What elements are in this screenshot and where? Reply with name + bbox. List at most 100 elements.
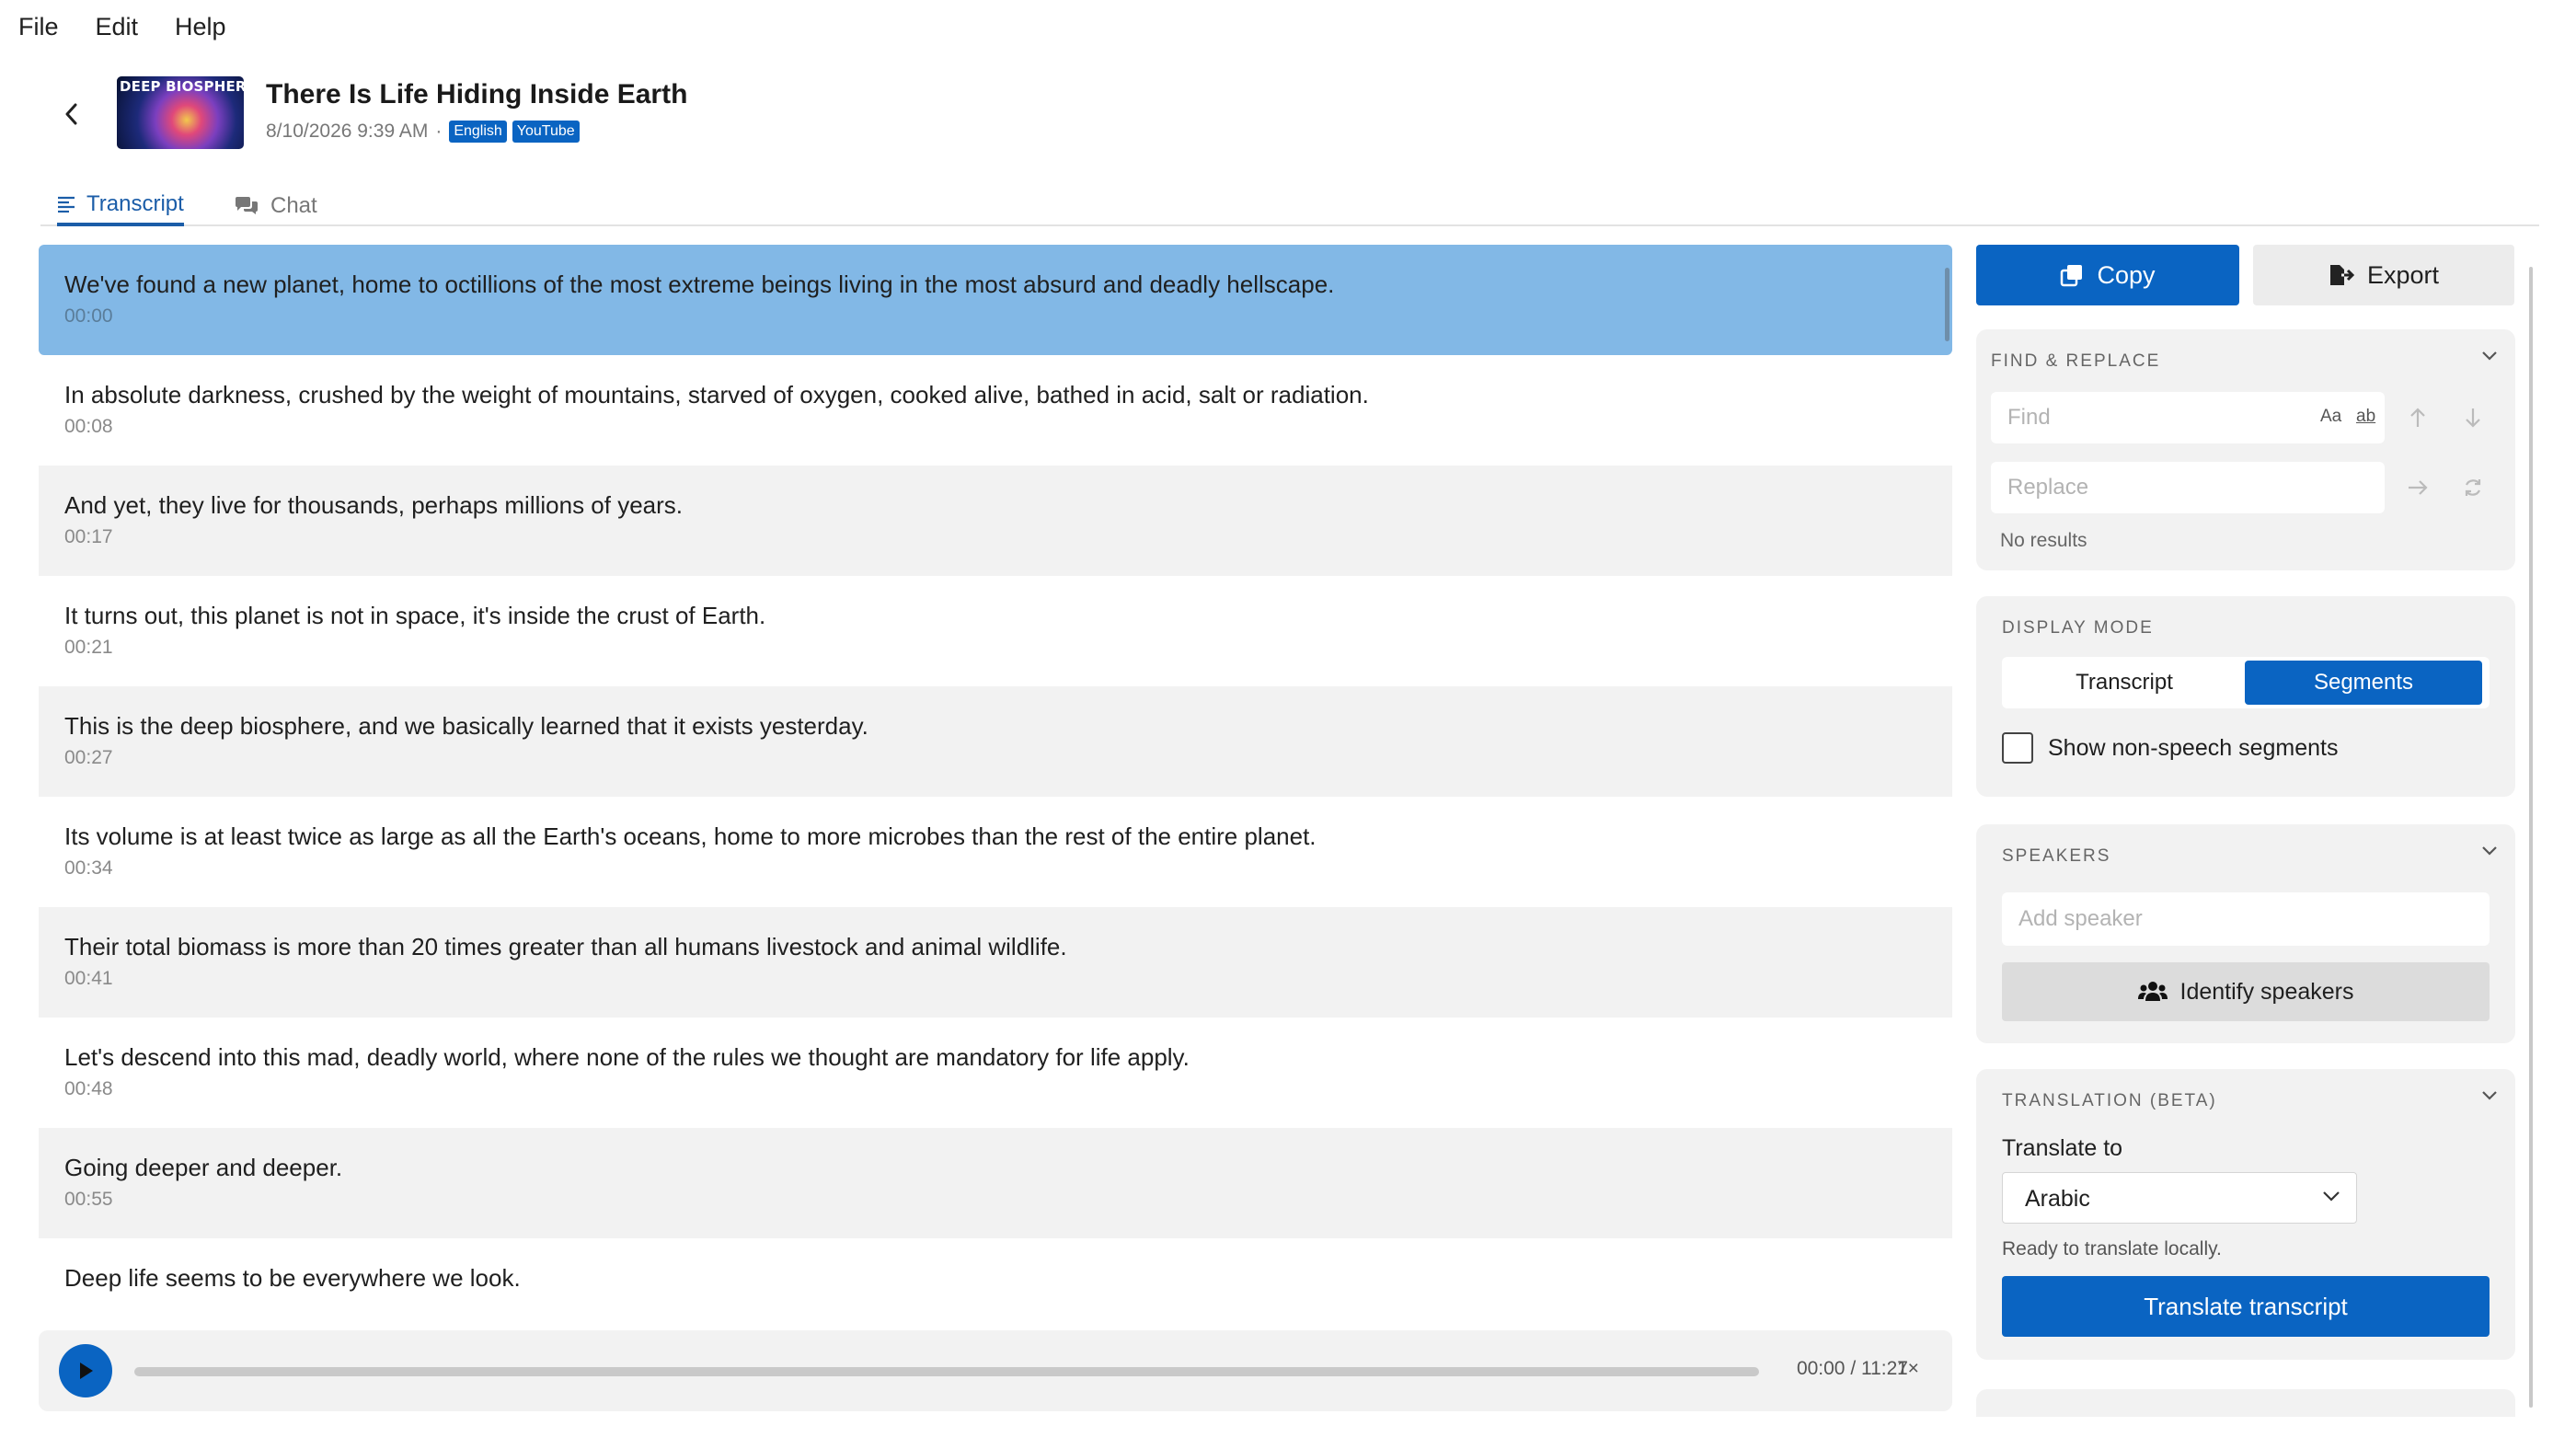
segment-time[interactable]: 00:27	[64, 747, 1926, 769]
non-speech-checkbox[interactable]	[2002, 732, 2033, 764]
replace-one-button[interactable]	[2401, 471, 2434, 504]
segment-time[interactable]: 00:41	[64, 968, 1926, 990]
segment-time[interactable]: 00:55	[64, 1189, 1926, 1211]
segment-time[interactable]: 00:48	[64, 1078, 1926, 1100]
meta-row: 8/10/2026 9:39 AM · English YouTube	[266, 121, 585, 143]
transcript-list[interactable]: We've found a new planet, home to octill…	[39, 245, 1952, 1312]
time-display: 00:00 / 11:27	[1796, 1358, 1908, 1379]
speakers-title: SPEAKERS	[2002, 846, 2111, 866]
arrow-down-icon	[2466, 408, 2480, 428]
page-title: There Is Life Hiding Inside Earth	[266, 79, 688, 109]
language-select[interactable]: Arabic	[2002, 1172, 2357, 1224]
date-label: 8/10/2026 9:39 AM	[266, 121, 429, 142]
next-panel-edge	[1976, 1389, 2515, 1417]
export-button[interactable]: Export	[2253, 245, 2514, 305]
translation-panel: TRANSLATION (BETA) Translate to Arabic R…	[1976, 1069, 2515, 1360]
refresh-icon	[2465, 479, 2481, 496]
segment-item[interactable]: This is the deep biosphere, and we basic…	[39, 686, 1952, 797]
add-speaker-placeholder: Add speaker	[2018, 906, 2143, 931]
mode-segments-button[interactable]: Segments	[2245, 661, 2482, 705]
tab-chat[interactable]: Chat	[234, 186, 317, 226]
translate-transcript-button[interactable]: Translate transcript	[2002, 1276, 2490, 1337]
add-speaker-input[interactable]: Add speaker	[2002, 892, 2490, 946]
find-replace-title: FIND & REPLACE	[1991, 351, 2161, 371]
meta-separator: ·	[435, 121, 443, 142]
play-button[interactable]	[59, 1344, 112, 1397]
chevron-left-icon	[65, 103, 77, 125]
segment-text: And yet, they live for thousands, perhap…	[64, 491, 684, 519]
source-badge: YouTube	[512, 121, 580, 143]
previous-match-button[interactable]	[2401, 401, 2434, 434]
whole-word-toggle[interactable]: ab	[2356, 407, 2375, 427]
find-input[interactable]: Find Aa ab	[1991, 392, 2385, 443]
export-label: Export	[2366, 260, 2440, 289]
segment-time[interactable]: 00:17	[64, 526, 1926, 548]
arrow-up-icon	[2410, 408, 2425, 427]
segment-text: Let's descend into this mad, deadly worl…	[64, 1043, 1190, 1071]
identify-speakers-label: Identify speakers	[2179, 978, 2354, 1005]
menu-file[interactable]: File	[18, 13, 59, 41]
arrow-right-icon	[2409, 480, 2428, 495]
chevron-down-icon[interactable]	[2480, 350, 2499, 362]
replace-all-button[interactable]	[2456, 471, 2490, 504]
mode-transcript-button[interactable]: Transcript	[2006, 661, 2243, 705]
identify-speakers-button[interactable]: Identify speakers	[2002, 962, 2490, 1021]
translation-title: TRANSLATION (BETA)	[2002, 1091, 2217, 1110]
menu-edit[interactable]: Edit	[96, 13, 139, 41]
segment-item[interactable]: In absolute darkness, crushed by the wei…	[39, 355, 1952, 466]
segment-item[interactable]: And yet, they live for thousands, perhap…	[39, 466, 1952, 576]
segment-item[interactable]: Their total biomass is more than 20 time…	[39, 907, 1952, 1018]
segment-item[interactable]: We've found a new planet, home to octill…	[39, 245, 1952, 355]
segment-text: Deep life seems to be everywhere we look…	[64, 1264, 521, 1292]
speed-button[interactable]: 1×	[1897, 1358, 1919, 1380]
chevron-down-icon	[2323, 1191, 2340, 1202]
chevron-down-icon[interactable]	[2480, 1089, 2499, 1102]
speakers-panel: SPEAKERS Add speaker Identify speakers	[1976, 824, 2515, 1043]
next-match-button[interactable]	[2456, 401, 2490, 434]
non-speech-option[interactable]: Show non-speech segments	[2002, 732, 2338, 764]
find-replace-panel: FIND & REPLACE Find Aa ab Replace No res…	[1976, 329, 2515, 570]
translation-status: Ready to translate locally.	[2002, 1238, 2222, 1259]
copy-label: Copy	[2097, 260, 2156, 289]
segment-text: Their total biomass is more than 20 time…	[64, 933, 1067, 960]
progress-bar[interactable]	[134, 1367, 1759, 1376]
segment-text: Going deeper and deeper.	[64, 1154, 343, 1181]
language-badge: English	[449, 121, 507, 143]
back-button[interactable]	[53, 96, 90, 132]
transcript-scrollbar[interactable]	[1945, 268, 1949, 341]
segment-item[interactable]: Deep life seems to be everywhere we look…	[39, 1238, 1952, 1312]
segment-time[interactable]: 00:34	[64, 857, 1926, 880]
non-speech-label: Show non-speech segments	[2048, 734, 2339, 761]
video-thumbnail: DEEP BIOSPHERE	[117, 76, 244, 149]
display-mode-title: DISPLAY MODE	[2002, 618, 2154, 638]
match-case-toggle[interactable]: Aa	[2320, 407, 2341, 427]
segment-item[interactable]: Going deeper and deeper. 00:55	[39, 1128, 1952, 1238]
chevron-down-icon[interactable]	[2480, 845, 2499, 857]
menu-help[interactable]: Help	[175, 13, 226, 41]
segment-text: It turns out, this planet is not in spac…	[64, 602, 766, 629]
display-mode-toggle: Transcript Segments	[2002, 657, 2490, 708]
segment-time[interactable]: 00:21	[64, 637, 1926, 659]
segment-text: Its volume is at least twice as large as…	[64, 822, 1317, 850]
segment-time[interactable]: 00:08	[64, 416, 1926, 438]
display-mode-panel: DISPLAY MODE Transcript Segments Show no…	[1976, 596, 2515, 797]
audio-player: 00:00 / 11:27 1×	[39, 1330, 1952, 1411]
segment-item[interactable]: Let's descend into this mad, deadly worl…	[39, 1018, 1952, 1128]
list-icon	[58, 196, 75, 213]
find-placeholder: Find	[2007, 405, 2051, 430]
tab-chat-label: Chat	[270, 193, 317, 218]
tab-transcript-label: Transcript	[86, 191, 184, 216]
segment-item[interactable]: It turns out, this planet is not in spac…	[39, 576, 1952, 686]
tab-bar: Transcript Chat	[40, 173, 2539, 226]
copy-button[interactable]: Copy	[1976, 245, 2239, 305]
copy-icon	[2061, 265, 2083, 287]
export-icon	[2329, 265, 2354, 285]
chat-bubbles-icon	[236, 197, 258, 214]
users-icon	[2137, 982, 2168, 1001]
panel-scrollbar[interactable]	[2529, 267, 2533, 1408]
tab-transcript[interactable]: Transcript	[57, 186, 184, 226]
segment-time[interactable]: 00:00	[64, 305, 1926, 328]
segment-item[interactable]: Its volume is at least twice as large as…	[39, 797, 1952, 907]
replace-input[interactable]: Replace	[1991, 462, 2385, 513]
segment-text: In absolute darkness, crushed by the wei…	[64, 381, 1369, 408]
